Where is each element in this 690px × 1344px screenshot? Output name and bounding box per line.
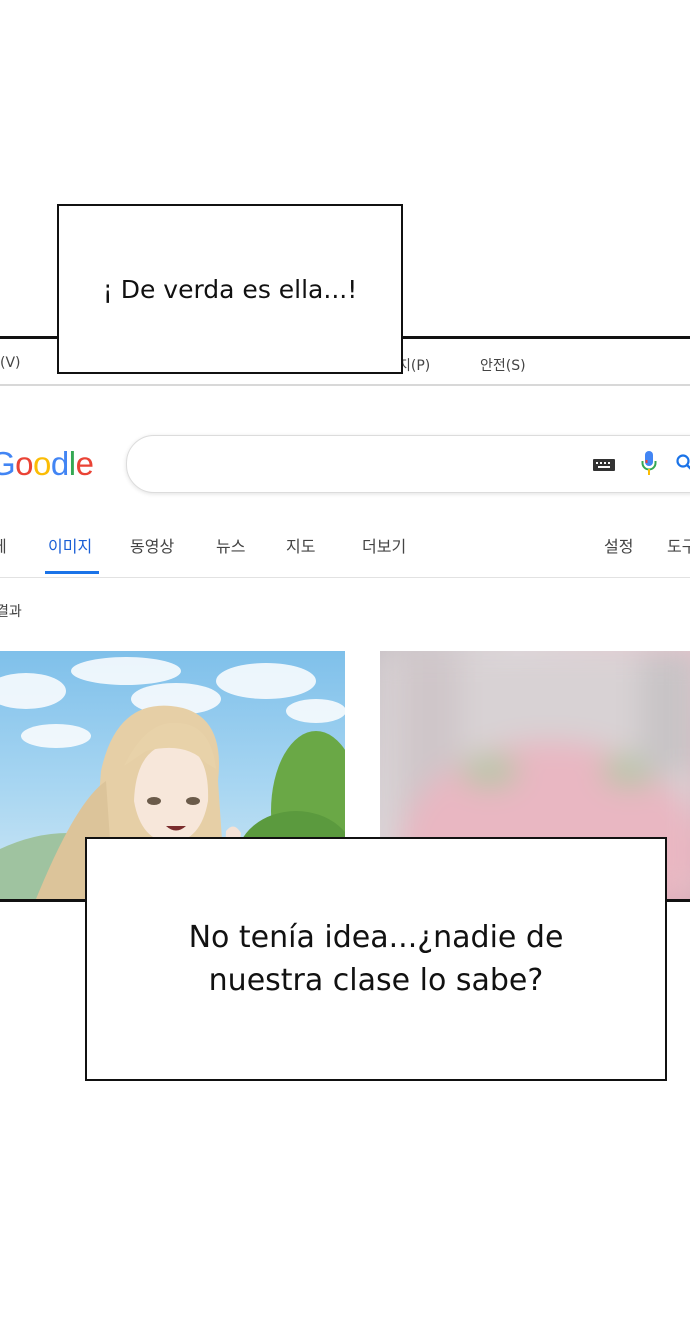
browser-panel: (V) 지(P) 안전(S) Goodle 체 이미지 동영상 뉴스 지도 더보… xyxy=(0,336,690,902)
speech-box-bottom: No tenía idea...¿nadie de nuestra clase … xyxy=(85,837,667,1081)
results-label: 결과 xyxy=(0,604,22,620)
active-tab-indicator xyxy=(45,571,99,574)
logo-letter: l xyxy=(68,445,76,482)
tab-all[interactable]: 체 xyxy=(0,533,7,557)
tab-news[interactable]: 뉴스 xyxy=(216,533,245,557)
tab-settings[interactable]: 설정 xyxy=(604,533,633,557)
speech-text-top: ¡ De verda es ella...! xyxy=(102,274,358,304)
logo-letter: G xyxy=(0,445,16,482)
menu-item-view[interactable]: (V) xyxy=(0,355,21,371)
keyboard-icon[interactable] xyxy=(593,459,615,471)
speech-text-bottom-line1: No tenía idea...¿nadie de xyxy=(188,919,564,955)
tabs-divider xyxy=(0,577,690,578)
tab-videos[interactable]: 동영상 xyxy=(130,533,174,557)
search-icon[interactable] xyxy=(675,453,690,473)
speech-text-bottom-line2: nuestra clase lo sabe? xyxy=(208,963,544,998)
speech-box-top: ¡ De verda es ella...! xyxy=(57,204,403,374)
menu-item-safety[interactable]: 안전(S) xyxy=(480,355,526,375)
mic-icon[interactable] xyxy=(641,450,657,478)
tab-images[interactable]: 이미지 xyxy=(48,533,92,557)
tab-maps[interactable]: 지도 xyxy=(286,533,315,557)
tab-more[interactable]: 더보기 xyxy=(362,533,406,557)
search-logo[interactable]: Goodle xyxy=(0,445,94,483)
logo-letter: d xyxy=(50,445,69,482)
logo-text: Goodle xyxy=(0,445,94,482)
search-box[interactable] xyxy=(126,435,690,493)
tab-tools[interactable]: 도구 xyxy=(667,533,690,557)
logo-letter: o xyxy=(33,445,51,482)
logo-letter: e xyxy=(75,445,94,482)
logo-letter: o xyxy=(15,445,34,482)
